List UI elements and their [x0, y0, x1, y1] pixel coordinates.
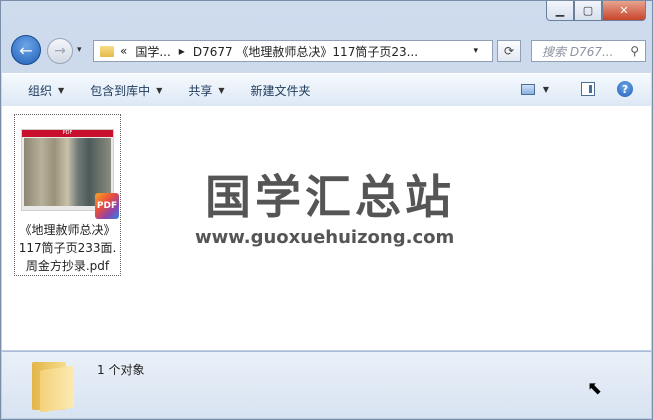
breadcrumb-item-current[interactable]: D7677 《地理赦师总决》117筒子页23...	[193, 43, 418, 60]
refresh-icon: ⟳	[503, 44, 515, 58]
preview-pane-icon[interactable]	[581, 82, 595, 96]
chevron-down-icon: ▼	[218, 85, 225, 95]
pdf-thumbnail-header: PDF	[22, 130, 113, 137]
search-input[interactable]: 搜索 D767... ⚲	[531, 40, 646, 62]
forward-arrow-icon: →	[54, 43, 66, 59]
file-name-line-3: 周金方抄录.pdf	[25, 259, 110, 273]
address-bar[interactable]: « 国学... ▸ D7677 《地理赦师总决》117筒子页23... ▾	[93, 40, 493, 62]
navigation-row: ← → ▾ « 国学... ▸ D7677 《地理赦师总决》117筒子页23..…	[9, 35, 646, 67]
include-library-label: 包含到库中	[90, 83, 151, 98]
close-button[interactable]: ✕	[602, 1, 646, 21]
view-dropdown-icon[interactable]: ▼	[543, 85, 549, 94]
toolbar-right-group: ▼ ?	[520, 81, 633, 97]
new-folder-button[interactable]: 新建文件夹	[251, 82, 311, 99]
breadcrumb-separator-icon[interactable]: ▸	[179, 44, 185, 58]
refresh-button[interactable]: ⟳	[497, 40, 521, 62]
mouse-cursor-icon: ⬉	[587, 378, 603, 399]
back-button[interactable]: ←	[11, 35, 41, 65]
breadcrumb-item-guoxue[interactable]: 国学...	[135, 43, 170, 60]
file-name-line-1: 《地理赦师总决》	[19, 223, 116, 237]
chevron-down-icon: ▼	[58, 85, 65, 95]
maximize-button[interactable]: ▢	[574, 1, 602, 21]
file-name: 《地理赦师总决》 117筒子页233面. 周金方抄录.pdf	[15, 221, 120, 275]
pdf-app-icon: PDF	[95, 193, 119, 219]
recent-pages-dropdown[interactable]: ▾	[77, 45, 82, 55]
watermark-chinese: 国学汇总站	[205, 170, 455, 224]
command-toolbar: 组织 ▼ 包含到库中 ▼ 共享 ▼ 新建文件夹 ▼ ?	[2, 73, 651, 107]
folder-icon	[100, 45, 114, 57]
share-menu[interactable]: 共享 ▼	[188, 82, 224, 99]
organize-label: 组织	[28, 83, 53, 98]
file-item-pdf[interactable]: PDF PDF 《地理赦师总决》 117筒子页233面. 周金方抄录.pdf	[14, 114, 121, 276]
share-label: 共享	[188, 83, 213, 98]
minimize-button[interactable]: ▁	[546, 1, 574, 21]
back-arrow-icon: ←	[19, 40, 33, 60]
file-list-pane[interactable]: PDF PDF 《地理赦师总决》 117筒子页233面. 周金方抄录.pdf 国…	[2, 106, 651, 350]
watermark-url: www.guoxuehuizong.com	[195, 227, 455, 248]
chevron-down-icon: ▼	[156, 85, 163, 95]
details-pane: 1 个对象 ⬉	[2, 351, 651, 418]
change-view-icon[interactable]	[520, 83, 535, 95]
explorer-window: ▁ ▢ ✕ ← → ▾ « 国学... ▸ D7677 《地理赦师总决》117筒…	[0, 0, 653, 420]
search-icon[interactable]: ⚲	[630, 44, 639, 58]
organize-menu[interactable]: 组织 ▼	[28, 82, 64, 99]
new-folder-label: 新建文件夹	[250, 83, 311, 98]
address-dropdown-icon[interactable]: ▾	[473, 46, 478, 56]
forward-button[interactable]: →	[47, 38, 73, 64]
help-icon[interactable]: ?	[617, 81, 633, 97]
caption-buttons: ▁ ▢ ✕	[546, 1, 646, 21]
item-count: 1 个对象	[97, 363, 145, 377]
breadcrumb-overflow[interactable]: «	[120, 44, 127, 58]
file-name-line-2: 117筒子页233面.	[18, 241, 117, 255]
folder-large-icon	[32, 358, 74, 413]
title-bar: ▁ ▢ ✕	[1, 1, 652, 31]
search-placeholder: 搜索 D767...	[542, 44, 614, 59]
include-in-library-menu[interactable]: 包含到库中 ▼	[90, 82, 162, 99]
